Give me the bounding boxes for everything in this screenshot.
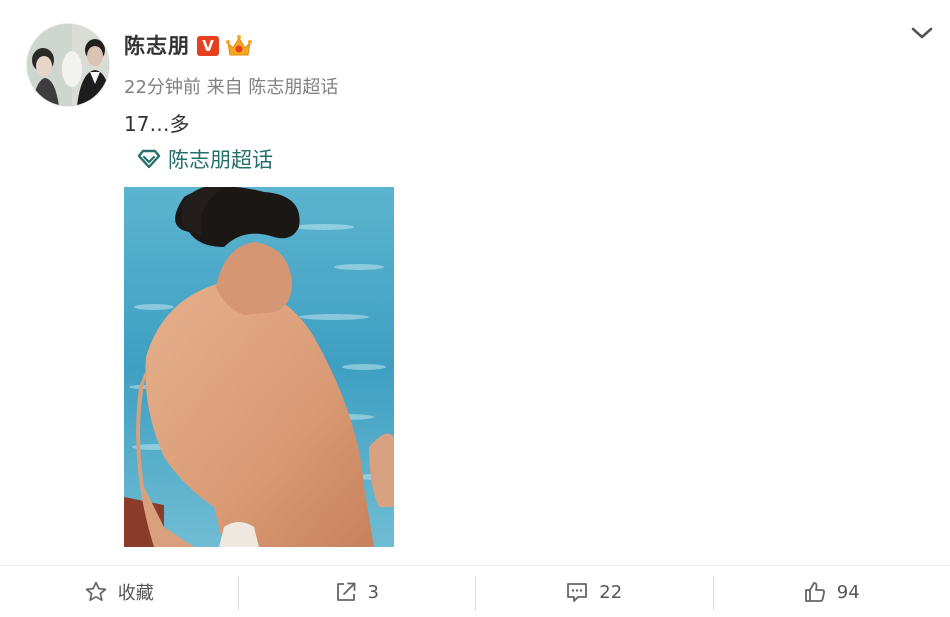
post-time[interactable]: 22分钟前 [124,77,201,98]
repost-count: 3 [367,581,379,603]
comment-button[interactable]: 22 [475,574,713,610]
source-prefix: 来自 [206,77,243,98]
like-count: 94 [836,581,860,603]
share-icon [336,582,355,601]
like-button[interactable]: 94 [712,574,950,610]
thumbs-up-icon [804,582,825,602]
favorite-button[interactable]: 收藏 [0,574,238,610]
diamond-icon [137,149,161,169]
comment-count: 22 [599,581,623,603]
topic-link[interactable]: 陈志朋超话 [137,144,273,174]
action-bar: 收藏 3 22 94 [0,565,950,617]
avatar[interactable] [26,23,110,107]
post-meta: 22分钟前 来自 陈志朋超话 [124,73,338,99]
favorite-label: 收藏 [117,583,154,604]
source-link[interactable]: 陈志朋超话 [248,77,338,98]
repost-button[interactable]: 3 [237,574,476,610]
topic-label: 陈志朋超话 [168,148,273,172]
comment-icon [567,583,588,602]
verified-badge: V [197,36,219,56]
post-text: 17…多 [124,112,190,136]
crown-member-icon [225,33,253,59]
post-photo[interactable] [124,187,394,547]
weibo-post: 陈志朋 V 22分钟前 来自 陈志朋超话 17…多 陈志朋超话 收藏 3 22 … [0,0,950,617]
author-name[interactable]: 陈志朋 [124,30,190,60]
chevron-down-icon[interactable] [909,22,935,44]
star-icon [85,581,106,602]
